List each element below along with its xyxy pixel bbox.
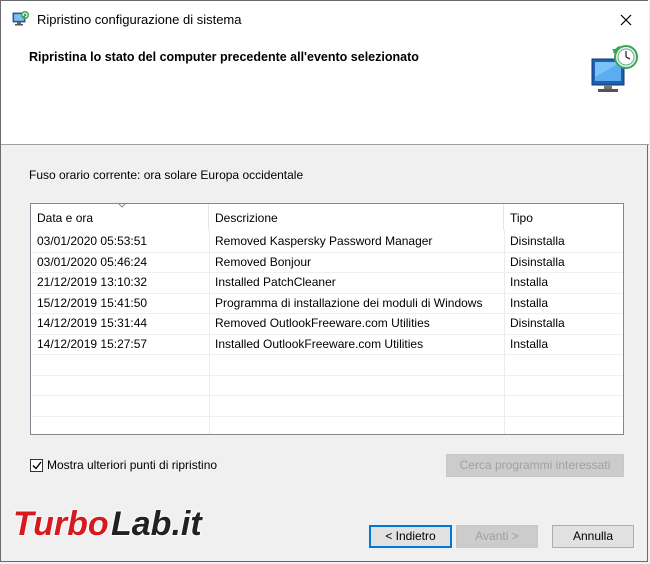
checkbox-label: Mostra ulteriori punti di ripristino (47, 458, 218, 472)
column-header-description-label: Descrizione (215, 211, 278, 225)
wizard-header: Ripristina lo stato del computer precede… (1, 39, 649, 145)
column-header-description[interactable]: Descrizione (209, 204, 504, 230)
restore-points-list[interactable]: Data e ora Descrizione Tipo 03/01/2020 0… (30, 203, 624, 435)
checkbox-box[interactable] (30, 458, 43, 472)
timezone-label: Fuso orario corrente: ora solare Europa … (29, 168, 304, 182)
row-type: Disinstalla (510, 316, 565, 330)
row-type: Disinstalla (510, 234, 565, 248)
row-date: 21/12/2019 13:10:32 (37, 275, 148, 289)
column-header-type-label: Tipo (510, 211, 533, 225)
empty-row (31, 417, 623, 435)
row-type: Installa (510, 336, 549, 351)
row-date: 14/12/2019 15:27:57 (37, 336, 148, 351)
svg-text:Turbo: Turbo (13, 505, 109, 543)
system-restore-window: Ripristino configurazione di sistema Rip… (0, 0, 649, 562)
turbolab-watermark-logo: Turbo Lab.it (12, 504, 204, 544)
list-rows: 03/01/2020 05:53:51 Removed Kaspersky Pa… (31, 232, 623, 435)
window-title: Ripristino configurazione di sistema (37, 12, 242, 27)
row-type: Installa (510, 275, 549, 289)
table-row[interactable]: 14/12/2019 15:27:57 Installed OutlookFre… (31, 335, 623, 355)
table-row[interactable]: 14/12/2019 15:31:44 Removed OutlookFreew… (31, 314, 623, 335)
search-affected-programs-button[interactable]: Cerca programmi interessati (446, 454, 624, 477)
column-header-date[interactable]: Data e ora (31, 204, 209, 230)
table-row[interactable]: 03/01/2020 05:46:24 Removed Bonjour Disi… (31, 253, 623, 273)
next-button[interactable]: Avanti > (456, 525, 538, 548)
empty-row (31, 355, 623, 376)
column-header-type[interactable]: Tipo (504, 204, 621, 230)
back-button[interactable]: < Indietro (369, 525, 452, 548)
table-row[interactable]: 15/12/2019 15:41:50 Programma di install… (31, 294, 623, 314)
row-type: Installa (510, 295, 549, 310)
system-restore-banner-icon (591, 45, 638, 92)
column-header-date-label: Data e ora (37, 211, 94, 225)
row-type: Disinstalla (510, 254, 565, 269)
table-row[interactable]: 03/01/2020 05:53:51 Removed Kaspersky Pa… (31, 232, 623, 253)
checkmark-icon (32, 461, 42, 470)
row-date: 15/12/2019 15:41:50 (37, 295, 148, 310)
cancel-button[interactable]: Annulla (552, 525, 634, 548)
table-row[interactable]: 21/12/2019 13:10:32 Installed PatchClean… (31, 273, 623, 294)
show-more-restore-points-checkbox[interactable]: Mostra ulteriori punti di ripristino (30, 458, 217, 472)
close-button[interactable] (611, 7, 641, 33)
row-description: Removed OutlookFreeware.com Utilities (215, 316, 430, 330)
title-bar: Ripristino configurazione di sistema (1, 1, 649, 39)
row-description: Programma di installazione dei moduli di… (215, 295, 483, 310)
row-description: Installed PatchCleaner (215, 275, 336, 289)
row-date: 14/12/2019 15:31:44 (37, 316, 148, 330)
row-date: 03/01/2020 05:46:24 (37, 254, 148, 269)
system-restore-app-icon (12, 11, 29, 26)
row-description: Removed Kaspersky Password Manager (215, 234, 433, 248)
row-date: 03/01/2020 05:53:51 (37, 234, 148, 248)
list-header: Data e ora Descrizione Tipo (31, 204, 623, 230)
row-description: Removed Bonjour (215, 254, 312, 269)
row-description: Installed OutlookFreeware.com Utilities (215, 336, 424, 351)
svg-text:Lab.it: Lab.it (111, 505, 203, 543)
sort-down-icon (118, 204, 126, 208)
empty-row (31, 396, 623, 417)
empty-row (31, 376, 623, 396)
page-title: Ripristina lo stato del computer precede… (29, 50, 419, 64)
close-icon (620, 14, 632, 26)
